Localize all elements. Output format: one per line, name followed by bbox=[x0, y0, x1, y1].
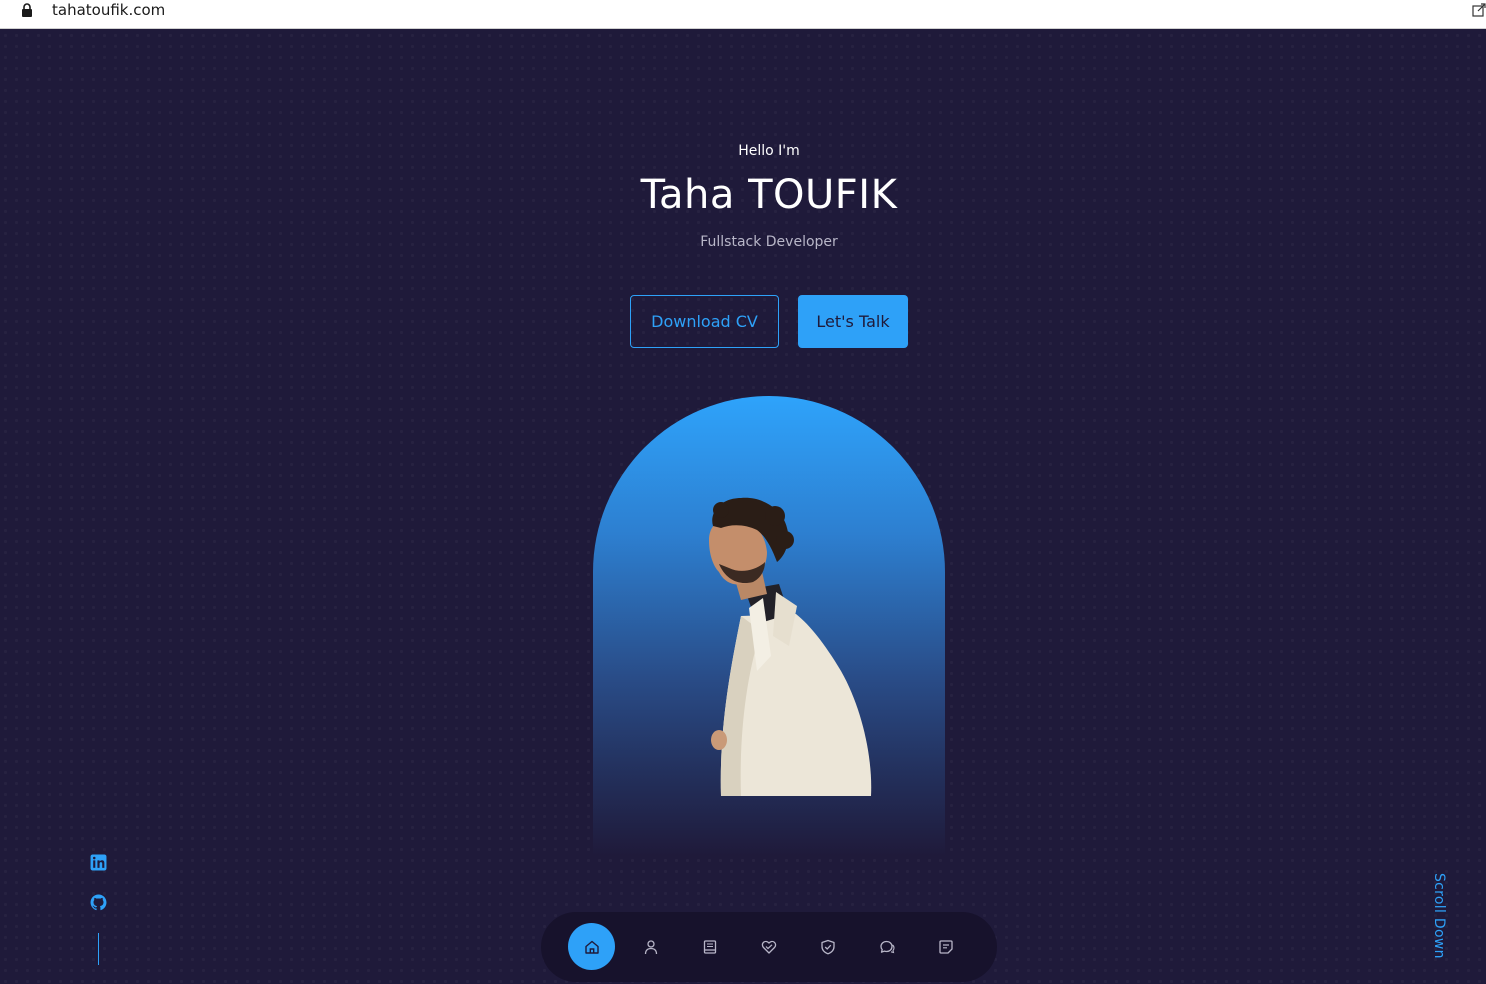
greeting-text: Hello I'm bbox=[738, 143, 800, 159]
external-link-icon[interactable] bbox=[1472, 3, 1486, 17]
shield-check-icon bbox=[820, 939, 835, 954]
nav-qualifications[interactable] bbox=[804, 923, 851, 970]
nav-about[interactable] bbox=[627, 923, 674, 970]
user-icon bbox=[644, 939, 657, 954]
portrait-arch bbox=[593, 396, 945, 856]
lock-icon bbox=[22, 3, 32, 17]
lets-talk-button[interactable]: Let's Talk bbox=[798, 295, 908, 348]
hero-role: Fullstack Developer bbox=[700, 234, 838, 250]
scroll-down-link[interactable]: Scroll Down bbox=[1427, 873, 1447, 965]
hero-section: Hello I'm Taha TOUFIK Fullstack Develope… bbox=[0, 30, 1486, 984]
hero-name: Taha TOUFIK bbox=[640, 172, 898, 218]
portrait-image bbox=[709, 497, 872, 796]
services-icon bbox=[761, 940, 776, 954]
nav-testimonials[interactable] bbox=[863, 923, 910, 970]
url-text[interactable]: tahatoufik.com bbox=[52, 1, 165, 19]
linkedin-icon[interactable] bbox=[90, 854, 107, 871]
social-divider-line bbox=[98, 933, 99, 965]
browser-address-bar: tahatoufik.com bbox=[0, 0, 1486, 29]
message-icon bbox=[938, 939, 953, 954]
bottom-nav bbox=[541, 912, 997, 982]
nav-services[interactable] bbox=[745, 923, 792, 970]
chat-icon bbox=[879, 940, 895, 953]
nav-home[interactable] bbox=[568, 923, 615, 970]
download-cv-button[interactable]: Download CV bbox=[630, 295, 779, 348]
nav-contact[interactable] bbox=[922, 923, 969, 970]
github-icon[interactable] bbox=[90, 894, 107, 911]
nav-experience[interactable] bbox=[686, 923, 733, 970]
book-icon bbox=[703, 939, 716, 954]
home-icon bbox=[584, 940, 599, 954]
